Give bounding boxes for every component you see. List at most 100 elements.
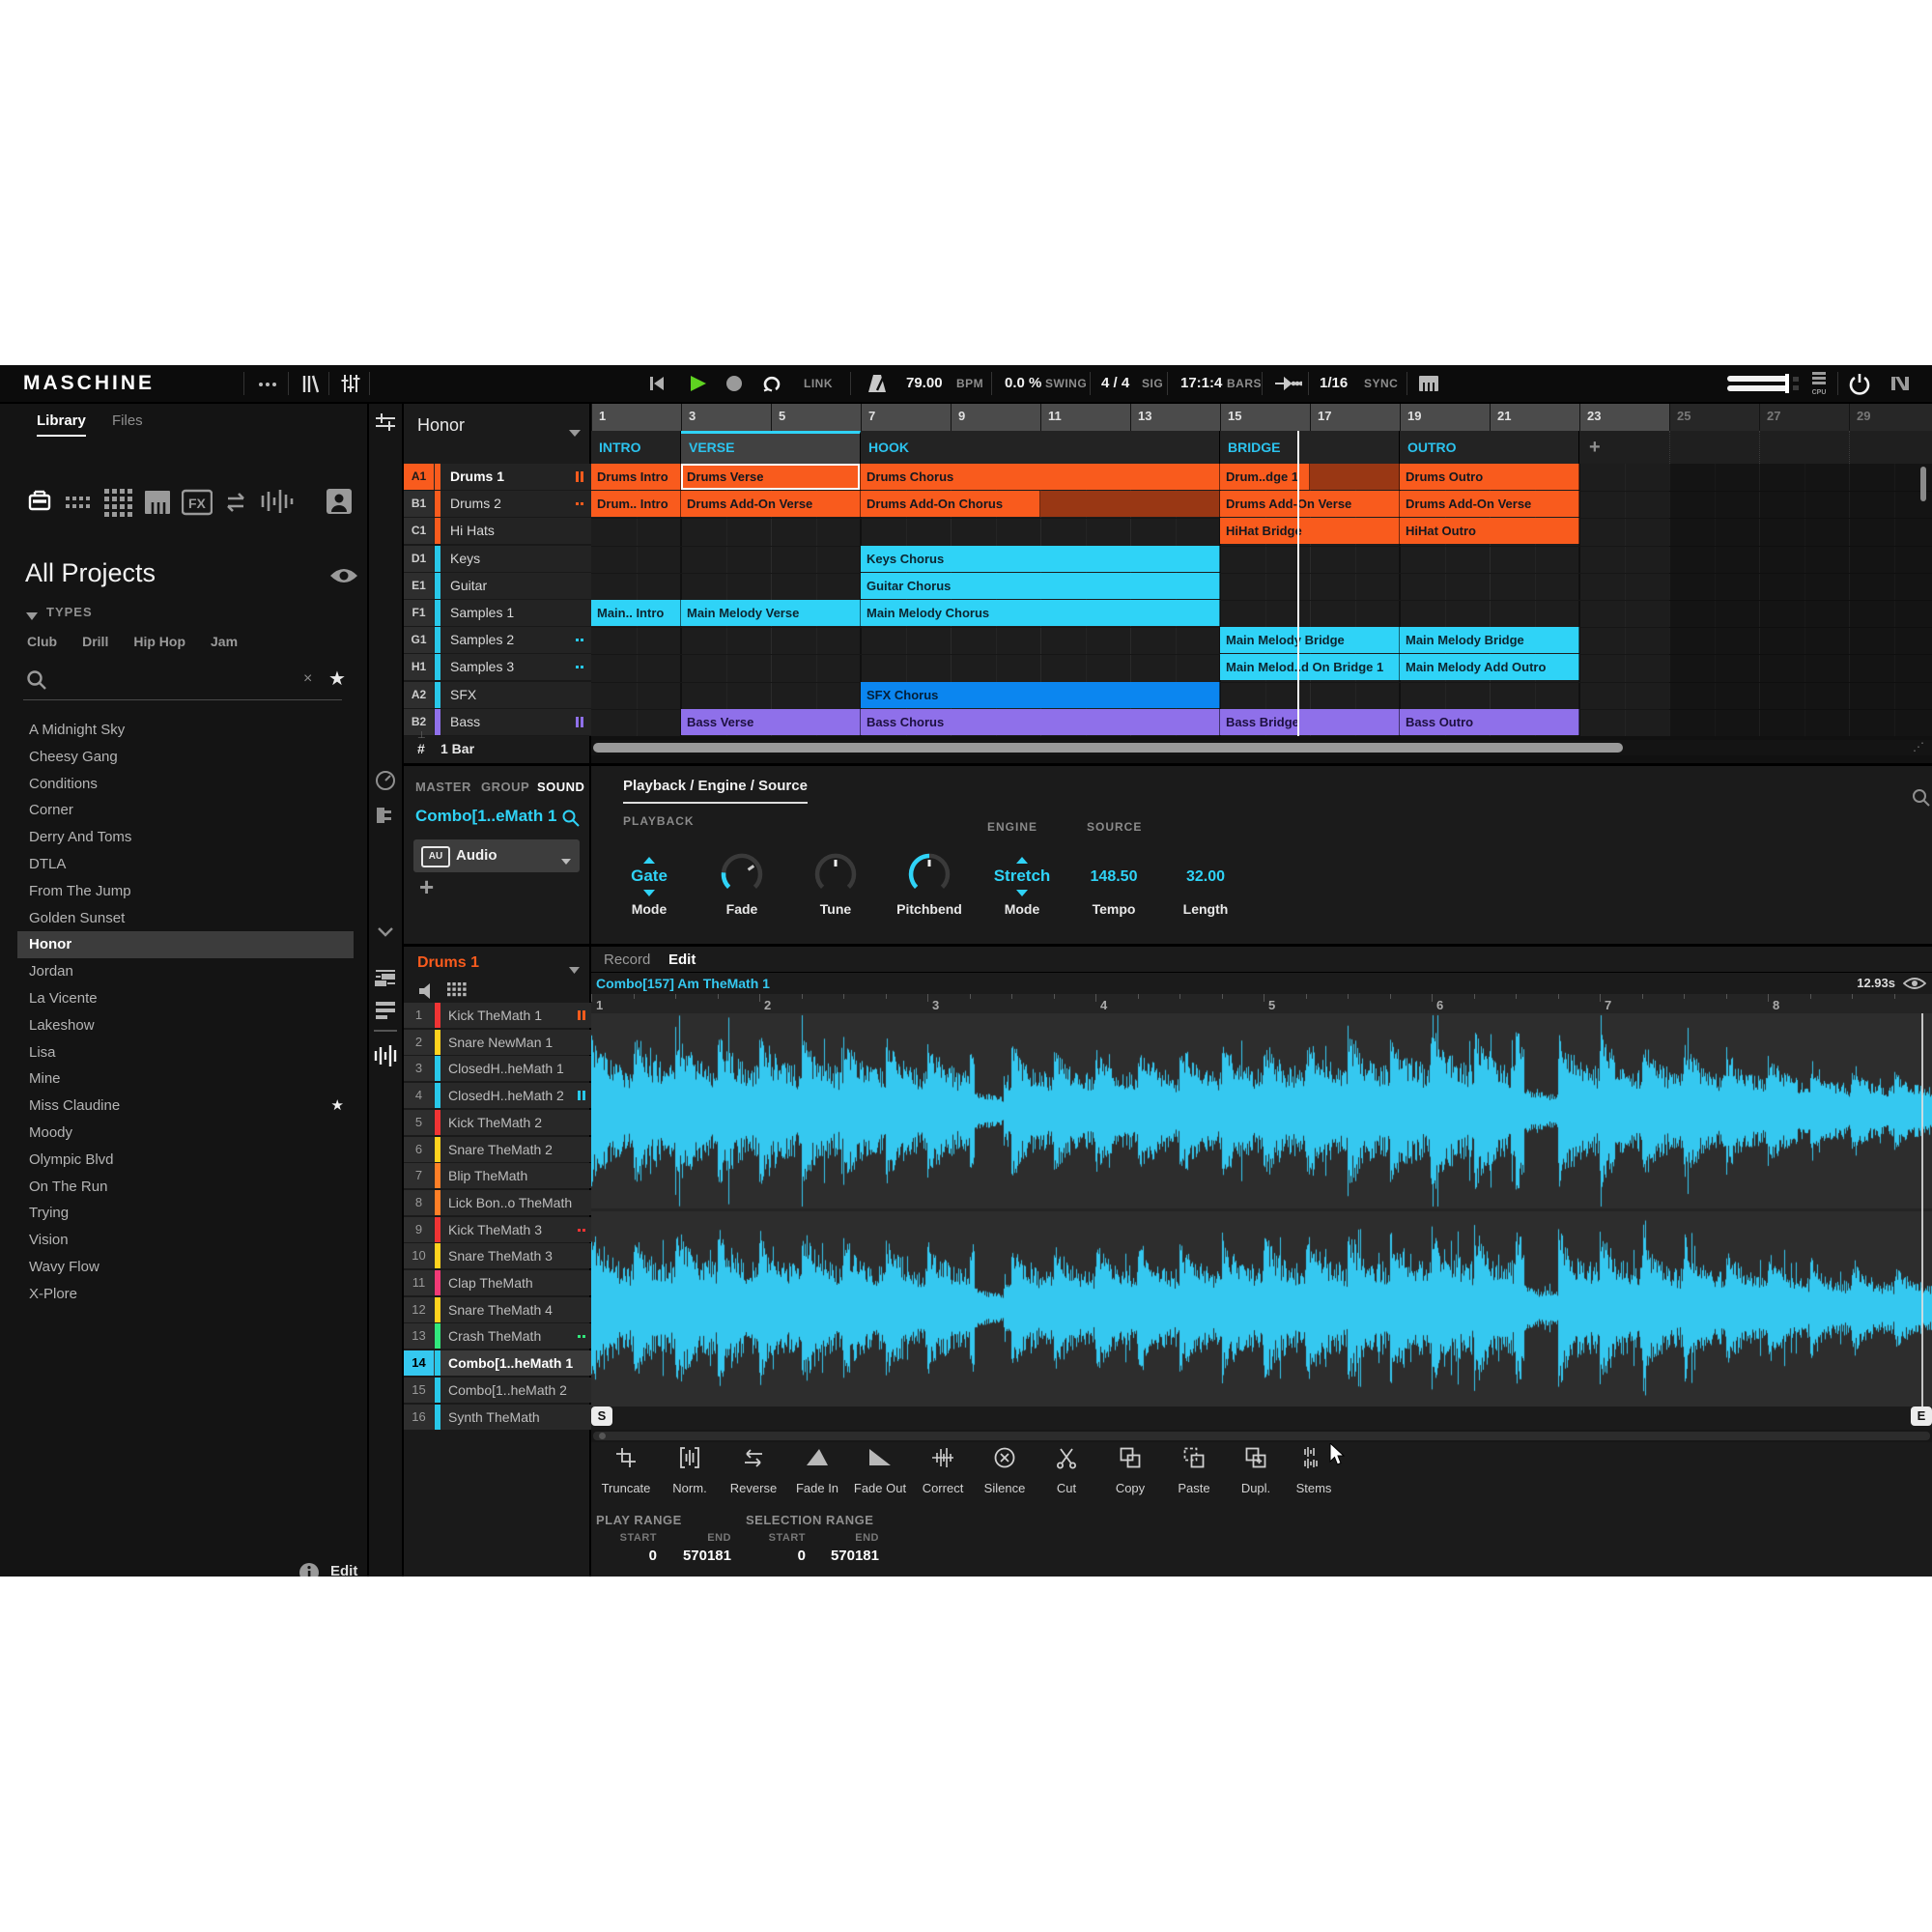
follow-icon[interactable]	[1273, 371, 1304, 401]
pad-row-16[interactable]: 16 Synth TheMath	[404, 1404, 591, 1430]
pad-row-10[interactable]: 10 Snare TheMath 3	[404, 1243, 591, 1269]
power-icon[interactable]	[1847, 371, 1872, 401]
pad-row-4[interactable]: 4 ClosedH..heMath 2	[404, 1083, 591, 1109]
pad-row-8[interactable]: 8 Lick Bon..o TheMath	[404, 1189, 591, 1215]
info-icon[interactable]	[298, 1561, 321, 1577]
clip[interactable]: Bass Verse	[681, 708, 861, 735]
type-tag-drill[interactable]: Drill	[82, 634, 108, 649]
project-item[interactable]: Corner	[17, 797, 354, 824]
track-row-d1[interactable]: D1 Keys	[404, 545, 591, 572]
clip[interactable]: Bass Chorus	[861, 708, 1220, 735]
project-item[interactable]: Conditions	[17, 771, 354, 798]
fade-out-button[interactable]: Fade Out	[849, 1445, 911, 1495]
timeline-cell[interactable]: 15	[1220, 404, 1310, 431]
arrange-grid-icon[interactable]	[373, 410, 398, 440]
reverse-button[interactable]: Reverse	[723, 1445, 784, 1495]
grid-value[interactable]: 1 Bar	[440, 741, 474, 756]
position-value[interactable]: 17:1:4	[1180, 375, 1222, 391]
inspector-collapse-chevron-icon[interactable]	[376, 925, 395, 944]
clip[interactable]: Drums Add-On Verse	[681, 491, 861, 518]
arranger-group-name[interactable]: Honor	[417, 415, 465, 436]
clip[interactable]: Drums Add-On Verse	[1400, 491, 1579, 518]
track-row-b2[interactable]: B2 Bass	[404, 708, 591, 735]
inspector-section-title[interactable]: Playback / Engine / Source	[623, 778, 808, 804]
norm--button[interactable]: Norm.	[659, 1445, 721, 1495]
eye-icon[interactable]	[328, 564, 359, 592]
type-tag-jam[interactable]: Jam	[211, 634, 238, 649]
timeline-cell[interactable]: 29	[1849, 404, 1932, 431]
engine-down-arrow-icon[interactable]	[1016, 890, 1028, 896]
pad-row-3[interactable]: 3 ClosedH..heMath 1	[404, 1056, 591, 1082]
add-plugin-button[interactable]: +	[419, 874, 434, 899]
clip[interactable]: HiHat Bridge	[1220, 518, 1400, 545]
tab-library[interactable]: Library	[37, 412, 86, 437]
clip[interactable]: Drums Add-On Verse	[1220, 491, 1400, 518]
clip[interactable]: HiHat Outro	[1400, 518, 1579, 545]
waveform-hscroll-track[interactable]	[591, 1430, 1932, 1442]
arranger-hscroll-track[interactable]: ⋰	[591, 740, 1932, 755]
more-options-icon[interactable]	[255, 371, 280, 401]
link-toggle[interactable]: LINK	[804, 377, 833, 390]
clip[interactable]	[1310, 464, 1400, 490]
plugin-chain-icon[interactable]	[373, 802, 398, 832]
selection-end-value[interactable]: 570181	[792, 1548, 879, 1564]
project-item[interactable]: From The Jump	[17, 878, 354, 905]
source-length-value[interactable]: 32.00	[1186, 868, 1225, 886]
end-marker-handle[interactable]: E	[1911, 1406, 1932, 1426]
record-icon[interactable]	[723, 371, 746, 401]
browser-icon[interactable]	[298, 371, 323, 401]
timeline-cell[interactable]: 9	[951, 404, 1040, 431]
pad-row-1[interactable]: 1 Kick TheMath 1	[404, 1003, 591, 1028]
tab-group[interactable]: GROUP	[481, 780, 529, 794]
pad-row-11[interactable]: 11 Clap TheMath	[404, 1270, 591, 1295]
project-item[interactable]: On The Run	[17, 1174, 354, 1201]
scene-bridge[interactable]: BRIDGE	[1220, 431, 1400, 464]
copy-button[interactable]: Copy	[1099, 1445, 1161, 1495]
track-row-f1[interactable]: F1 Samples 1	[404, 600, 591, 626]
project-item[interactable]: Golden Sunset	[17, 905, 354, 932]
scene-verse[interactable]: VERSE	[681, 431, 861, 464]
sample-name[interactable]: Combo[157] Am TheMath 1	[596, 976, 770, 991]
type-tag-hip-hop[interactable]: Hip Hop	[133, 634, 185, 649]
swing-value[interactable]: 0.0 %	[1005, 375, 1041, 391]
end-marker-line[interactable]	[1921, 1013, 1923, 1406]
clip[interactable]	[1040, 491, 1220, 518]
bpm-value[interactable]: 79.00	[906, 375, 943, 391]
pad-row-12[interactable]: 12 Snare TheMath 4	[404, 1296, 591, 1322]
engine-mode-value[interactable]: Stretch	[994, 867, 1051, 886]
zoom-eye-icon[interactable]	[1902, 976, 1927, 996]
arranger-vscroll-thumb[interactable]	[1920, 467, 1926, 501]
tab-files[interactable]: Files	[112, 412, 143, 429]
project-item[interactable]: Vision	[17, 1227, 354, 1254]
restart-icon[interactable]	[645, 371, 668, 401]
project-item[interactable]: Moody	[17, 1120, 354, 1147]
source-tempo-value[interactable]: 148.50	[1091, 868, 1138, 886]
effects-icon[interactable]: FX	[181, 489, 213, 521]
clip[interactable]: Drums Chorus	[861, 464, 1220, 490]
gate-up-arrow-icon[interactable]	[643, 857, 655, 864]
type-tag-club[interactable]: Club	[27, 634, 57, 649]
playhead[interactable]	[1296, 431, 1299, 736]
search-input[interactable]	[58, 670, 290, 692]
engine-up-arrow-icon[interactable]	[1016, 857, 1028, 864]
tune-knob[interactable]	[812, 851, 859, 902]
track-row-g1[interactable]: G1 Samples 2	[404, 627, 591, 654]
metronome-icon[interactable]	[864, 371, 891, 401]
clip[interactable]: Guitar Chorus	[861, 572, 1220, 599]
project-item[interactable]: Lakeshow	[17, 1012, 354, 1039]
project-item[interactable]: X-Plore	[17, 1281, 354, 1308]
resize-grip-icon[interactable]: ⋰	[1913, 740, 1924, 753]
plugin-slot[interactable]: AU Audio	[413, 839, 580, 872]
inspector-search-icon[interactable]	[1911, 787, 1932, 813]
dupl--button[interactable]: Dupl.	[1225, 1445, 1287, 1495]
timeline-cell[interactable]: 5	[771, 404, 861, 431]
clip[interactable]: Main Melody Chorus	[861, 600, 1220, 626]
track-row-a2[interactable]: A2 SFX	[404, 681, 591, 708]
grid-setting-row[interactable]: ⊥ # 1 Bar	[404, 730, 591, 763]
loops-icon[interactable]	[222, 489, 253, 521]
project-item[interactable]: Wavy Flow	[17, 1254, 354, 1281]
tab-sound[interactable]: SOUND	[537, 780, 584, 794]
samples-icon[interactable]	[259, 487, 294, 521]
types-collapse-icon[interactable]	[25, 609, 39, 626]
clip[interactable]: Drums Outro	[1400, 464, 1579, 490]
